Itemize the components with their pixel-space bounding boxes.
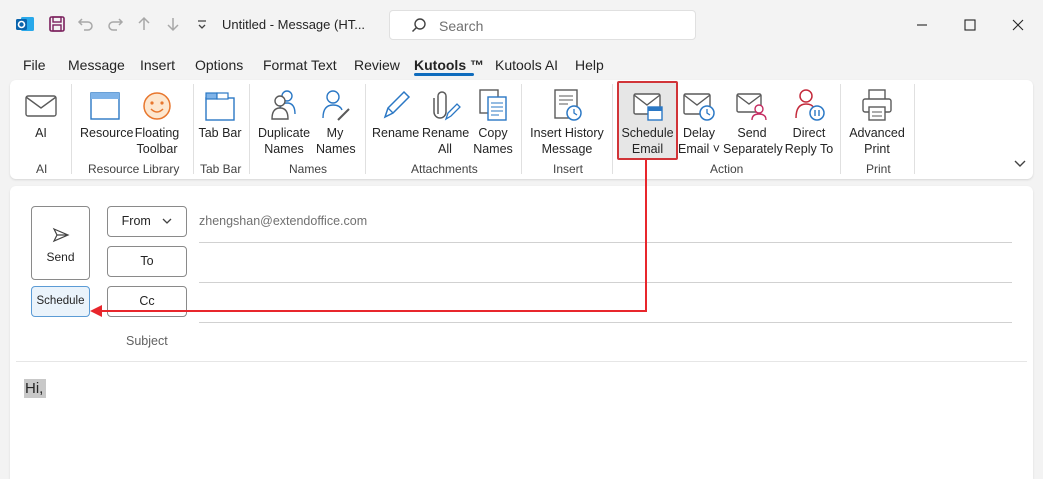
- save-icon[interactable]: [47, 14, 67, 34]
- active-tab-indicator: [414, 73, 474, 76]
- schedule-email-button[interactable]: Schedule Email: [619, 84, 676, 157]
- copy-names-button[interactable]: Copy Names: [472, 84, 514, 157]
- paperclip-pencil-icon: [422, 84, 468, 122]
- ai-button[interactable]: AI: [22, 84, 60, 141]
- tab-insert[interactable]: Insert: [140, 57, 175, 73]
- subject-field-line[interactable]: [16, 361, 1027, 362]
- tab-kutools[interactable]: Kutools ™: [414, 57, 484, 73]
- subject-label: Subject: [126, 334, 168, 348]
- resource-window-icon: [80, 84, 130, 122]
- tab-bar-icon: [198, 84, 242, 122]
- schedule-mail-icon: [619, 84, 676, 122]
- rename-all-button[interactable]: Rename All: [422, 84, 469, 157]
- duplicate-names-button[interactable]: Duplicate Names: [256, 84, 312, 157]
- my-names-button[interactable]: My Names: [316, 84, 356, 157]
- redo-icon[interactable]: [105, 14, 125, 34]
- send-separately-button[interactable]: Send Separately: [723, 84, 783, 157]
- group-label-attachments: Attachments: [411, 162, 478, 176]
- group-label-insert: Insert: [553, 162, 584, 176]
- separator: [193, 84, 194, 174]
- up-arrow-icon[interactable]: [134, 14, 154, 34]
- group-label-print: Print: [866, 162, 891, 176]
- group-label-tab-bar: Tab Bar: [200, 162, 242, 176]
- send-separately-icon: [723, 84, 781, 122]
- copy-document-icon: [472, 84, 514, 122]
- tab-help[interactable]: Help: [575, 57, 604, 73]
- tab-format-text[interactable]: Format Text: [263, 57, 337, 73]
- cc-field[interactable]: [199, 322, 1012, 323]
- outlook-logo-icon: [15, 14, 35, 34]
- tab-kutools-ai[interactable]: Kutools AI: [495, 57, 558, 73]
- customize-toolbar-icon[interactable]: [192, 14, 212, 34]
- ribbon-collapse-chevron-icon[interactable]: [1013, 158, 1027, 172]
- tab-bar-button[interactable]: Tab Bar: [198, 84, 242, 141]
- cc-button[interactable]: Cc: [107, 286, 187, 317]
- history-document-icon: [530, 84, 604, 122]
- minimize-icon[interactable]: [912, 15, 932, 35]
- tab-review[interactable]: Review: [354, 57, 400, 73]
- to-field[interactable]: [199, 282, 1012, 283]
- ribbon: AI Resource Floating Toolbar Tab Bar Dup…: [10, 80, 1033, 179]
- menu-bar: File Message Insert Options Format Text …: [0, 52, 1043, 78]
- insert-history-message-button[interactable]: Insert History Message: [530, 84, 604, 157]
- undo-icon[interactable]: [76, 14, 96, 34]
- search-placeholder: Search: [439, 18, 484, 34]
- floating-toolbar-button[interactable]: Floating Toolbar: [134, 84, 180, 157]
- person-brush-icon: [316, 84, 354, 122]
- printer-icon: [848, 84, 906, 122]
- pencil-icon: [372, 84, 418, 122]
- tab-file[interactable]: File: [23, 57, 46, 73]
- separator: [914, 84, 915, 174]
- send-button[interactable]: Send: [31, 206, 90, 280]
- title-bar: Untitled - Message (HT... Search: [0, 0, 1043, 50]
- separator: [612, 84, 613, 174]
- separator: [365, 84, 366, 174]
- search-box[interactable]: Search: [389, 10, 696, 40]
- group-label-action: Action: [710, 162, 744, 176]
- tab-options[interactable]: Options: [195, 57, 243, 73]
- group-label-ai: AI: [36, 162, 48, 176]
- from-button[interactable]: From: [107, 206, 187, 237]
- person-reply-icon: [784, 84, 834, 122]
- group-label-resource-library: Resource Library: [88, 162, 180, 176]
- separator: [249, 84, 250, 174]
- maximize-icon[interactable]: [960, 15, 980, 35]
- resource-button[interactable]: Resource: [80, 84, 134, 141]
- advanced-print-button[interactable]: Advanced Print: [848, 84, 906, 157]
- rename-button[interactable]: Rename: [372, 84, 419, 141]
- duplicate-people-icon: [256, 84, 312, 122]
- mail-ai-icon: [22, 84, 60, 122]
- close-icon[interactable]: [1008, 15, 1028, 35]
- compose-area: Send Schedule From zhengshan@extendoffic…: [10, 186, 1033, 479]
- schedule-button[interactable]: Schedule: [31, 286, 90, 317]
- group-label-names: Names: [289, 162, 328, 176]
- message-body-text[interactable]: Hi,: [24, 379, 47, 398]
- from-field-line: [199, 242, 1012, 243]
- down-arrow-icon[interactable]: [163, 14, 183, 34]
- delay-mail-icon: [676, 84, 722, 122]
- to-button[interactable]: To: [107, 246, 187, 277]
- separator: [71, 84, 72, 174]
- delay-email-button[interactable]: Delay Email ˅: [676, 84, 722, 157]
- chevron-down-icon: [162, 207, 172, 236]
- from-email: zhengshan@extendoffice.com: [199, 214, 368, 228]
- send-arrow-icon: [52, 226, 70, 247]
- tab-message[interactable]: Message: [68, 57, 125, 73]
- search-icon: [410, 17, 428, 38]
- send-label: Send: [46, 250, 75, 264]
- separator: [840, 84, 841, 174]
- window-title: Untitled - Message (HT...: [222, 17, 366, 32]
- from-label: From: [121, 214, 151, 228]
- separator: [521, 84, 522, 174]
- direct-reply-to-button[interactable]: Direct Reply To: [784, 84, 834, 157]
- smiley-icon: [134, 84, 180, 122]
